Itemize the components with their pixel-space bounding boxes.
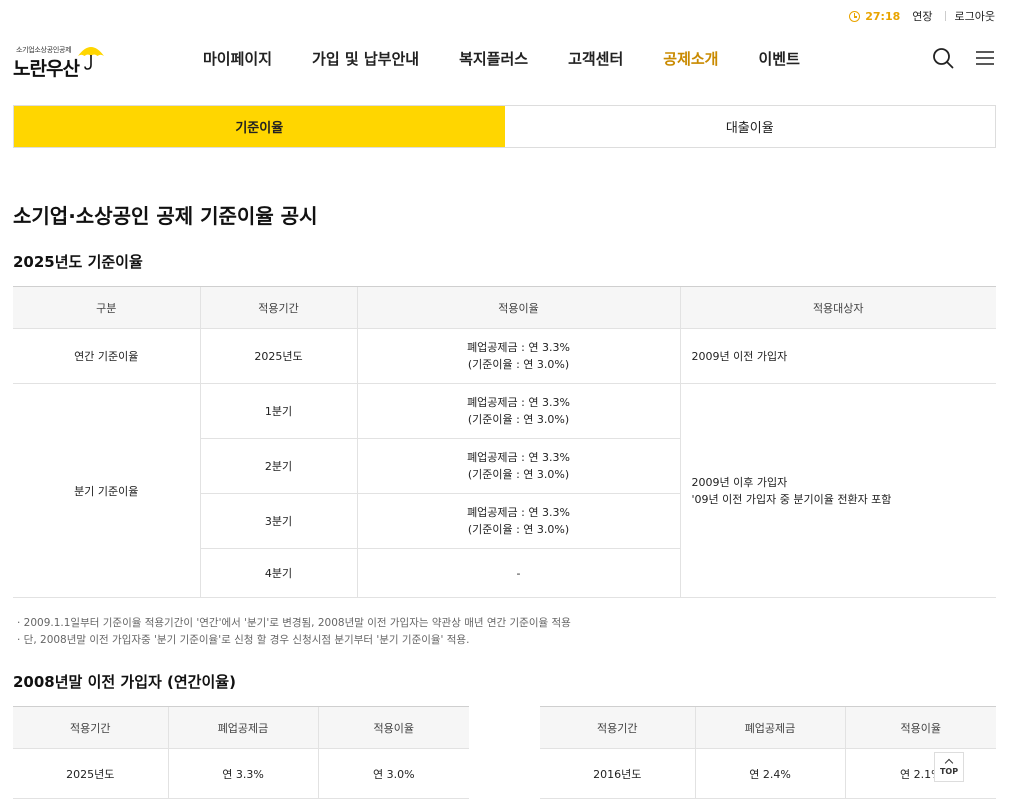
nav-about[interactable]: 공제소개	[663, 48, 718, 69]
base-rate-text: (기준이율 : 연 3.0%)	[467, 413, 570, 426]
table-row: 2016년도 연 2.4% 연 2.1%	[540, 748, 996, 799]
base-rate-text: (기준이율 : 연 3.0%)	[467, 523, 570, 536]
section-title-2025: 2025년도 기준이율	[13, 253, 143, 271]
category-cell: 연간 기준이율	[13, 328, 200, 384]
umbrella-icon	[78, 47, 104, 70]
logout-button[interactable]: 로그아웃	[955, 8, 995, 24]
closure-cell: 연 2.4%	[694, 748, 845, 799]
nav-mypage[interactable]: 마이페이지	[203, 48, 272, 69]
scroll-top-button[interactable]: TOP	[934, 752, 964, 782]
column-header: 폐업공제금	[694, 706, 845, 749]
chevron-up-icon	[944, 758, 954, 768]
table-header-row: 적용기간 폐업공제금 적용이율	[540, 706, 996, 749]
rate-cell: 연 2.1%	[844, 748, 996, 799]
annual-rate-table-left: 적용기간 폐업공제금 적용이율 2025년도 연 3.3% 연 3.0%	[13, 706, 469, 799]
rate-notes: · 2009.1.1일부터 기준이율 적용기간이 '연간'에서 '분기'로 변경…	[17, 615, 571, 649]
column-header: 적용이율	[317, 706, 469, 749]
column-header: 적용이율	[844, 706, 996, 749]
column-header: 적용기간	[540, 706, 695, 749]
category-cell: 분기 기준이율	[13, 383, 200, 598]
section-title-2008: 2008년말 이전 가입자 (연간이율)	[13, 673, 236, 691]
rate-cell: 폐업공제금 : 연 3.3% (기준이율 : 연 3.0%)	[356, 328, 680, 384]
period-cell: 2016년도	[540, 748, 695, 799]
closure-rate-text: 폐업공제금 : 연 3.3%	[467, 341, 570, 354]
nav-join-payment[interactable]: 가입 및 납부안내	[312, 48, 419, 69]
table-header-row: 구분 적용기간 적용이율 적용대상자	[13, 286, 996, 329]
rate-cell: 폐업공제금 : 연 3.3% (기준이율 : 연 3.0%)	[356, 383, 680, 439]
rate-cell: 연 3.0%	[317, 748, 469, 799]
rate-cell: 폐업공제금 : 연 3.3% (기준이율 : 연 3.0%)	[356, 438, 680, 494]
session-timer: 27:18	[849, 10, 900, 23]
rate-cell: -	[356, 548, 680, 598]
target-text: '09년 이전 가입자 중 분기이율 전환자 포함	[691, 492, 892, 506]
logo-brand: 노란우산	[13, 58, 80, 80]
base-rate-text: (기준이율 : 연 3.0%)	[467, 468, 570, 481]
table-header-row: 적용기간 폐업공제금 적용이율	[13, 706, 469, 749]
column-header: 폐업공제금	[167, 706, 318, 749]
utility-bar: 27:18 연장 로그아웃	[849, 8, 995, 24]
site-logo[interactable]: 소기업소상공인공제 노란우산	[13, 42, 104, 80]
target-text: 2009년 이후 가입자	[691, 475, 788, 489]
column-header: 적용기간	[13, 706, 168, 749]
base-rate-text: (기준이율 : 연 3.0%)	[467, 358, 570, 371]
note-text: · 단, 2008년말 이전 가입자중 '분기 기준이율'로 신청 할 경우 신…	[17, 634, 470, 646]
closure-cell: 연 3.3%	[167, 748, 318, 799]
extend-session-button[interactable]: 연장	[912, 8, 932, 24]
nav-customer-center[interactable]: 고객센터	[568, 48, 623, 69]
period-cell: 4분기	[199, 548, 357, 598]
target-cell: 2009년 이후 가입자 '09년 이전 가입자 중 분기이율 전환자 포함	[679, 383, 996, 598]
nav-events[interactable]: 이벤트	[758, 48, 799, 69]
divider	[944, 11, 946, 21]
period-cell: 2분기	[199, 438, 357, 494]
tab-loan-rate[interactable]: 대출이율	[505, 106, 996, 147]
period-cell: 2025년도	[199, 328, 357, 384]
period-cell: 1분기	[199, 383, 357, 439]
base-rate-table-2025: 구분 적용기간 적용이율 적용대상자 연간 기준이율 2025년도 폐업공제금 …	[13, 286, 996, 598]
tab-base-rate[interactable]: 기준이율	[14, 106, 505, 147]
closure-rate-text: 폐업공제금 : 연 3.3%	[467, 506, 570, 519]
period-cell: 3분기	[199, 493, 357, 549]
column-header: 적용이율	[356, 286, 680, 329]
period-cell: 2025년도	[13, 748, 168, 799]
rate-cell: 폐업공제금 : 연 3.3% (기준이율 : 연 3.0%)	[356, 493, 680, 549]
page-title: 소기업·소상공인 공제 기준이율 공시	[13, 204, 318, 228]
column-header: 구분	[13, 286, 200, 329]
note-text: · 2009.1.1일부터 기준이율 적용기간이 '연간'에서 '분기'로 변경…	[17, 617, 571, 629]
session-timer-value: 27:18	[865, 9, 901, 23]
closure-rate-text: 폐업공제금 : 연 3.3%	[467, 396, 570, 409]
hamburger-menu-icon[interactable]	[976, 50, 994, 66]
table-row: 분기 기준이율 1분기 폐업공제금 : 연 3.3% (기준이율 : 연 3.0…	[13, 383, 996, 598]
column-header: 적용기간	[199, 286, 357, 329]
table-row: 연간 기준이율 2025년도 폐업공제금 : 연 3.3% (기준이율 : 연 …	[13, 328, 996, 384]
main-navigation: 마이페이지 가입 및 납부안내 복지플러스 고객센터 공제소개 이벤트	[203, 48, 840, 69]
annual-rate-table-right: 적용기간 폐업공제금 적용이율 2016년도 연 2.4% 연 2.1%	[540, 706, 996, 799]
clock-icon	[849, 10, 861, 22]
column-header: 적용대상자	[679, 286, 996, 329]
rate-tabs: 기준이율 대출이율	[13, 105, 996, 148]
table-row: 2025년도 연 3.3% 연 3.0%	[13, 748, 469, 799]
top-button-label: TOP	[939, 767, 959, 776]
search-icon[interactable]	[932, 47, 954, 69]
target-cell: 2009년 이전 가입자	[679, 328, 996, 384]
nav-welfare-plus[interactable]: 복지플러스	[459, 48, 528, 69]
closure-rate-text: 폐업공제금 : 연 3.3%	[467, 451, 570, 464]
